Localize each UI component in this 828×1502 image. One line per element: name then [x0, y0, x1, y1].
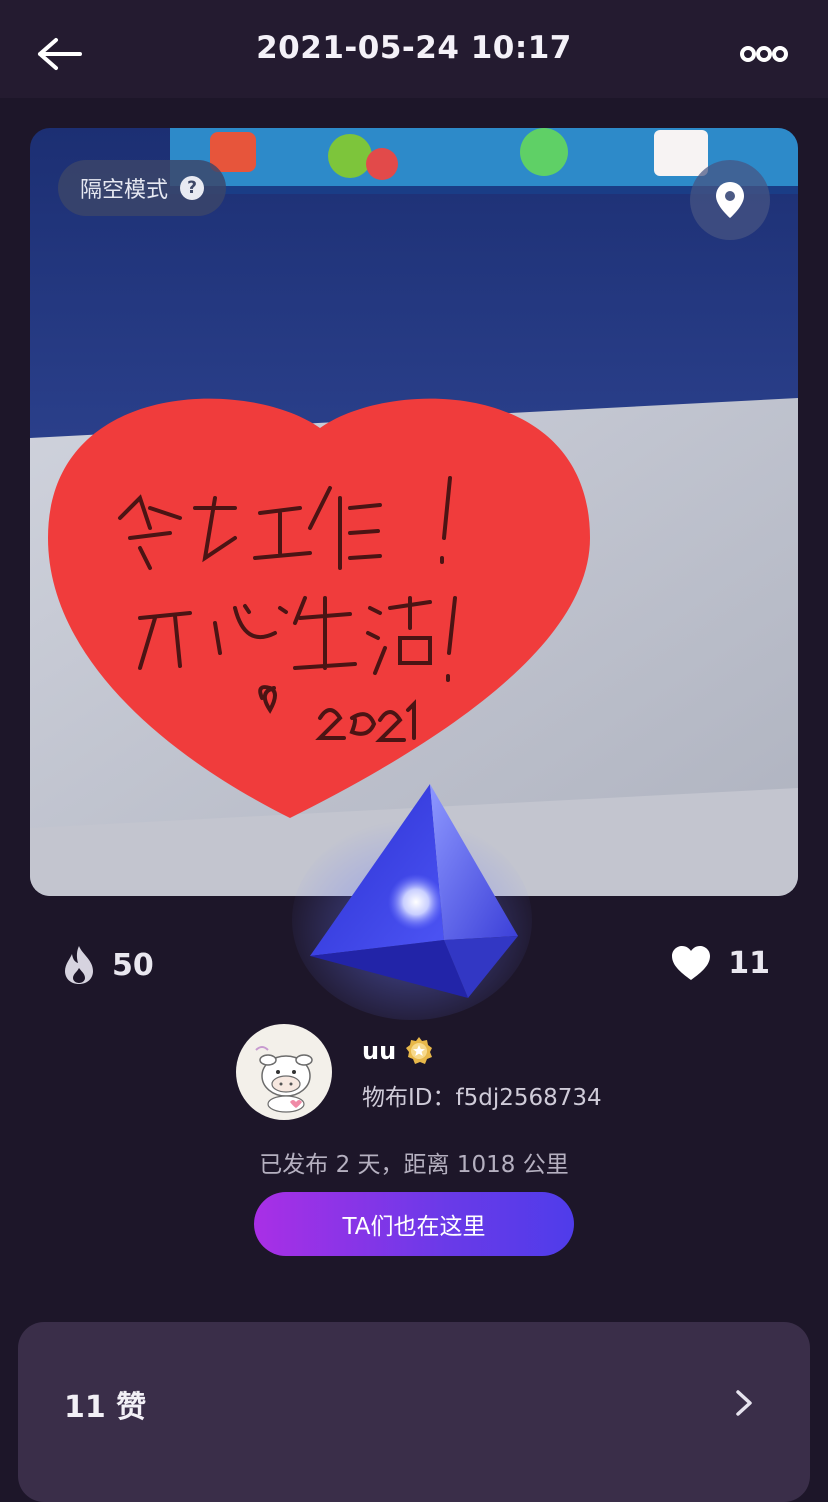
- ta-also-here-button[interactable]: TA们也在这里: [254, 1192, 574, 1256]
- user-id: 物布ID：f5dj2568734: [362, 1085, 602, 1111]
- post-timestamp: 2021-05-24 10:17: [256, 30, 572, 66]
- likes-label: 11 赞: [64, 1390, 147, 1425]
- badge-icon: [406, 1037, 433, 1064]
- chevron-right-icon: [736, 1390, 752, 1416]
- like-stat[interactable]: 11: [670, 944, 770, 982]
- crystal-pyramid-icon[interactable]: [292, 770, 532, 1020]
- location-pin-icon: [716, 182, 744, 218]
- username[interactable]: uu: [362, 1037, 396, 1065]
- publish-info: 已发布 2 天，距离 1018 公里: [259, 1152, 569, 1178]
- heat-count: 50: [112, 947, 154, 983]
- likes-panel[interactable]: 11 赞: [18, 1322, 810, 1502]
- avatar[interactable]: [236, 1024, 332, 1120]
- more-dots-icon[interactable]: [740, 42, 788, 66]
- heat-stat: 50: [62, 944, 154, 986]
- mode-label: 隔空模式: [80, 178, 169, 203]
- like-count: 11: [728, 945, 770, 981]
- help-icon[interactable]: ?: [180, 176, 205, 200]
- username-row: uu: [362, 1036, 434, 1066]
- heart-icon[interactable]: [670, 944, 712, 982]
- mode-badge[interactable]: 隔空模式 ?: [58, 160, 227, 216]
- top-bar: 2021-05-24 10:17: [0, 0, 828, 98]
- location-button[interactable]: [690, 160, 770, 240]
- fire-icon: [65, 946, 93, 984]
